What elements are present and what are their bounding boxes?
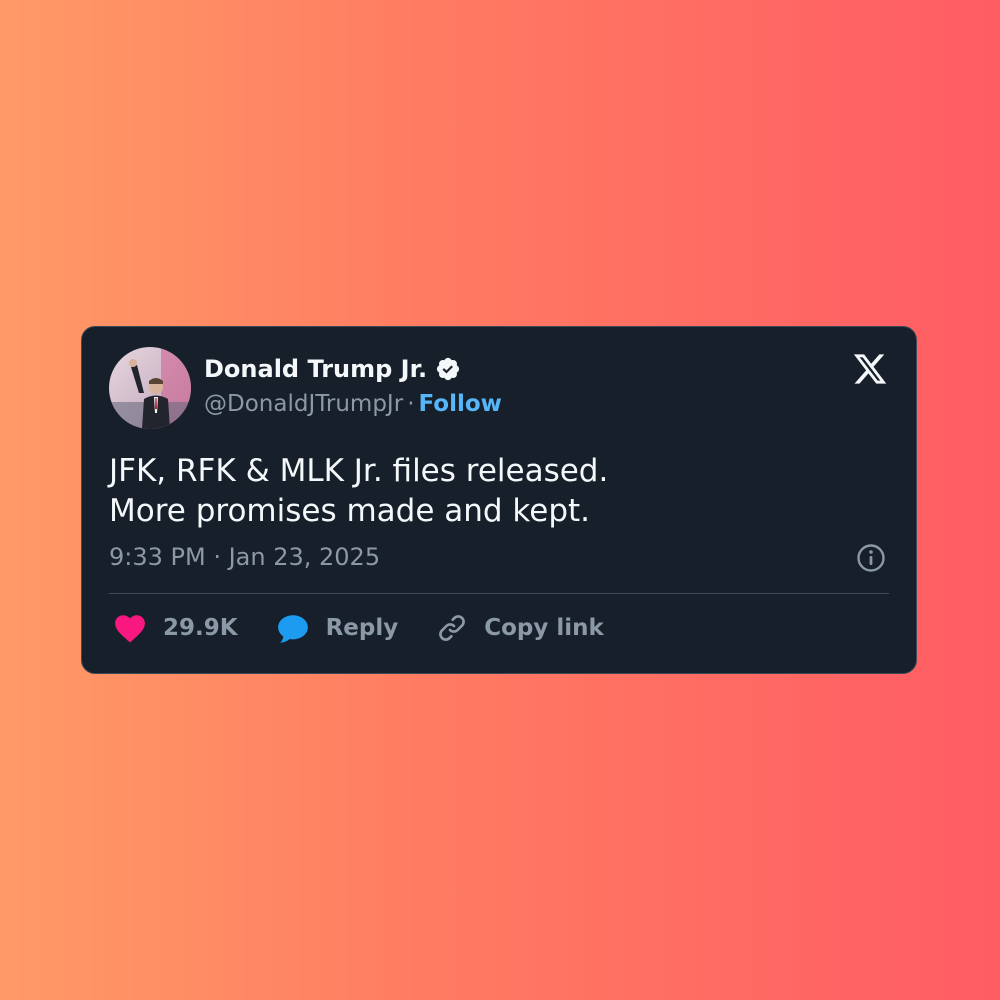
author-name[interactable]: Donald Trump Jr. xyxy=(204,355,427,383)
info-icon[interactable] xyxy=(856,543,886,573)
like-button[interactable]: 29.9K xyxy=(113,612,238,644)
author-handle-row: @DonaldJTrumpJr · Follow xyxy=(204,391,502,417)
tweet-text-line: More promises made and kept. xyxy=(109,493,591,529)
divider xyxy=(109,593,889,594)
heart-icon xyxy=(113,612,147,644)
copy-link-button[interactable]: Copy link xyxy=(436,612,604,644)
verified-badge-icon xyxy=(435,356,461,382)
x-logo-icon[interactable] xyxy=(852,351,888,387)
separator-dot: · xyxy=(407,391,415,417)
tweet-actions: 29.9K Reply Copy link xyxy=(113,610,642,646)
avatar-photo xyxy=(109,347,191,429)
author-handle[interactable]: @DonaldJTrumpJr xyxy=(204,391,403,417)
like-count: 29.9K xyxy=(163,615,238,641)
tweet-text: JFK, RFK & MLK Jr. files released. More … xyxy=(109,451,889,531)
tweet-text-line: JFK, RFK & MLK Jr. files released. xyxy=(109,453,609,489)
link-icon xyxy=(436,612,468,644)
copy-link-label: Copy link xyxy=(484,615,604,641)
reply-label: Reply xyxy=(325,615,399,641)
reply-bubble-icon xyxy=(276,612,310,644)
tweet-timestamp[interactable]: 9:33 PM · Jan 23, 2025 xyxy=(109,543,380,571)
reply-button[interactable]: Reply xyxy=(276,612,399,644)
tweet-card: Donald Trump Jr. @DonaldJTrumpJr · Follow … xyxy=(81,326,917,674)
follow-button[interactable]: Follow xyxy=(419,391,502,417)
author-name-row: Donald Trump Jr. xyxy=(204,355,461,383)
avatar[interactable] xyxy=(109,347,191,429)
